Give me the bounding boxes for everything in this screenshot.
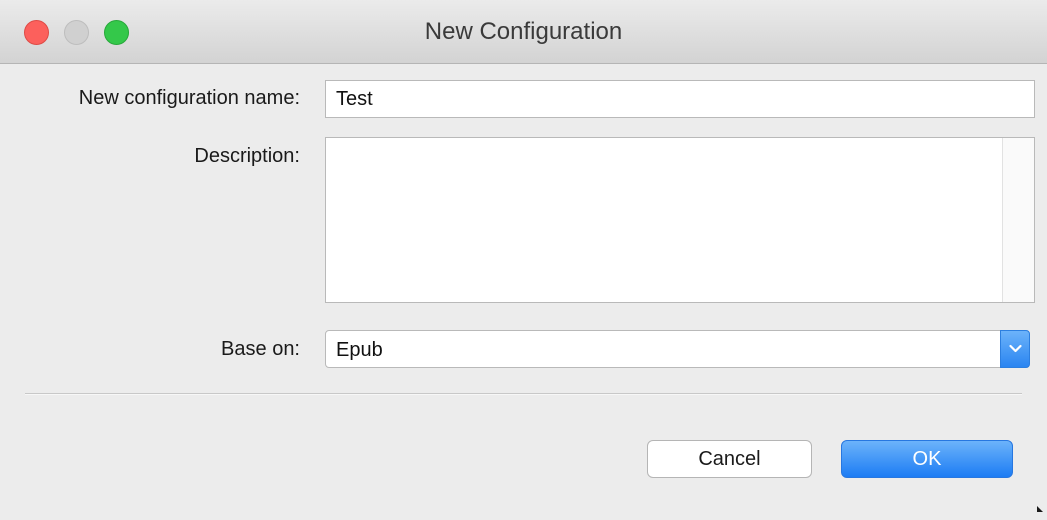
- new-configuration-dialog: New Configuration New configuration name…: [0, 0, 1047, 520]
- resize-grip-icon[interactable]: [1035, 504, 1045, 514]
- title-bar[interactable]: New Configuration: [0, 0, 1047, 64]
- description-scrollbar[interactable]: [1002, 138, 1034, 302]
- divider: [25, 393, 1022, 395]
- configuration-name-label: New configuration name:: [78, 87, 300, 109]
- ok-button[interactable]: OK: [841, 440, 1013, 478]
- description-field[interactable]: [325, 137, 1035, 303]
- chevron-down-icon: [1009, 344, 1022, 353]
- configuration-name-input[interactable]: [325, 80, 1035, 118]
- base-on-selected-value: Epub: [336, 339, 383, 361]
- window-title: New Configuration: [424, 18, 623, 45]
- dropdown-toggle[interactable]: [1000, 330, 1030, 368]
- base-on-label: Base on:: [221, 338, 300, 360]
- description-label: Description:: [194, 145, 300, 167]
- base-on-select[interactable]: Epub: [325, 330, 1030, 368]
- cancel-button[interactable]: Cancel: [647, 440, 812, 478]
- description-textarea[interactable]: [326, 138, 1002, 302]
